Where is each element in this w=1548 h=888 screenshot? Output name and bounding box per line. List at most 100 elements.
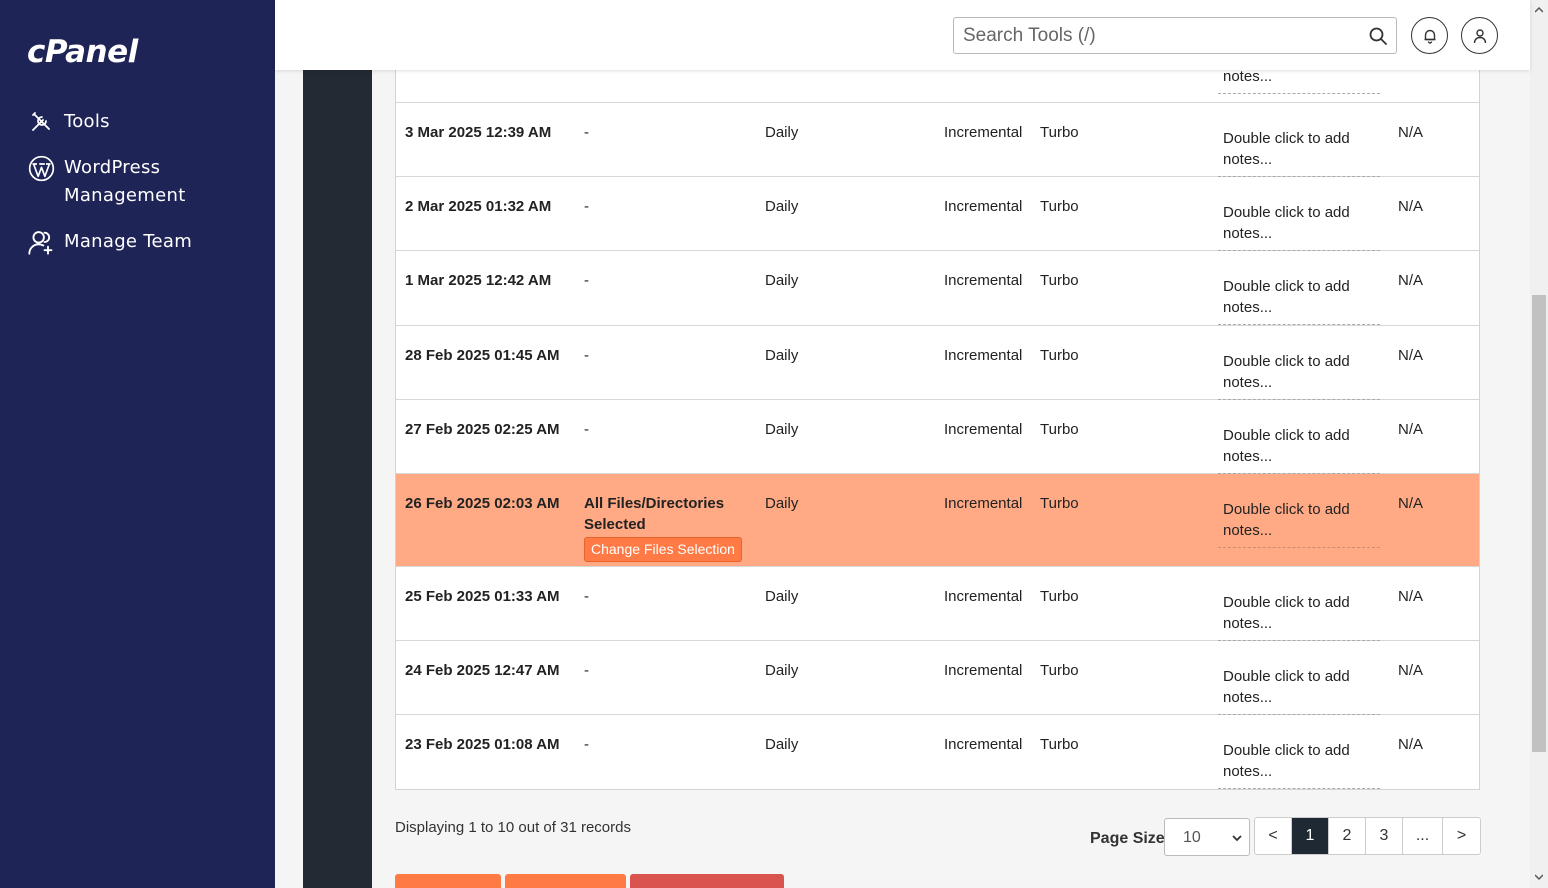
search-input[interactable] <box>954 18 1354 53</box>
type-cell: Incremental <box>944 495 1023 512</box>
scrollbar-thumb[interactable] <box>1532 295 1546 752</box>
table-row[interactable]: 23 Feb 2025 01:08 AM - Daily Incremental… <box>396 715 1479 789</box>
table-row[interactable]: 3 Mar 2025 12:39 AM - Daily Incremental … <box>396 103 1479 177</box>
backup-date: 27 Feb 2025 02:25 AM <box>405 421 560 438</box>
type-cell: Incremental <box>944 588 1023 605</box>
sidebar-item-tools[interactable]: Tools <box>0 108 275 136</box>
backup-date: 1 Mar 2025 12:42 AM <box>405 272 552 289</box>
bell-icon <box>1424 29 1435 44</box>
files-cell: - <box>584 124 589 141</box>
page-scrollbar[interactable] <box>1530 0 1548 888</box>
notes-cell[interactable]: Double click to add notes... <box>1218 425 1380 474</box>
frequency-cell: Daily <box>765 736 799 753</box>
sidebar-item-label: Manage Team <box>64 231 193 252</box>
table-row[interactable]: 28 Feb 2025 01:45 AM - Daily Incremental… <box>396 326 1479 400</box>
change-files-selection-button[interactable]: Change Files Selection <box>584 537 742 562</box>
chevron-down-icon <box>1232 835 1242 842</box>
extra-cell: N/A <box>1398 198 1424 215</box>
page-3-button[interactable]: 3 <box>1366 818 1403 854</box>
type-cell: Incremental <box>944 272 1023 289</box>
sidebar-item-manage-team[interactable]: Manage Team <box>0 228 275 256</box>
backup-date: 23 Feb 2025 01:08 AM <box>405 736 560 753</box>
page-ellipsis: ... <box>1403 818 1443 854</box>
frequency-cell: Daily <box>765 347 799 364</box>
next-page-button[interactable]: > <box>1443 818 1480 854</box>
tools-icon <box>27 108 55 136</box>
table-row[interactable]: 27 Feb 2025 02:25 AM - Daily Incremental… <box>396 400 1479 474</box>
page-size-value: 10 <box>1183 829 1201 846</box>
action-button-2[interactable] <box>505 874 626 888</box>
backup-date: 28 Feb 2025 01:45 AM <box>405 347 560 364</box>
files-cell: - <box>584 347 589 364</box>
mode-cell: Turbo <box>1040 588 1079 605</box>
sidebar: cPanel Tools WordPress Management Manage… <box>0 0 275 888</box>
notes-cell[interactable]: Double click to add notes... <box>1218 499 1380 548</box>
mode-cell: Turbo <box>1040 347 1079 364</box>
cpanel-logo[interactable]: cPanel <box>27 34 138 70</box>
action-button-3[interactable] <box>630 874 784 888</box>
extra-cell: N/A <box>1398 495 1424 512</box>
notes-cell[interactable]: notes... <box>1218 66 1380 94</box>
page-2-button[interactable]: 2 <box>1329 818 1366 854</box>
backup-date: 3 Mar 2025 12:39 AM <box>405 124 552 141</box>
sidebar-item-label: WordPress Management <box>64 157 186 206</box>
extra-cell: N/A <box>1398 421 1424 438</box>
table-row[interactable]: 1 Mar 2025 12:42 AM - Daily Incremental … <box>396 251 1479 326</box>
prev-page-button[interactable]: < <box>1255 818 1292 854</box>
frequency-cell: Daily <box>765 662 799 679</box>
action-button-1[interactable] <box>395 874 501 888</box>
table-row[interactable]: 2 Mar 2025 01:32 AM - Daily Incremental … <box>396 177 1479 251</box>
type-cell: Incremental <box>944 124 1023 141</box>
notes-cell[interactable]: Double click to add notes... <box>1218 592 1380 641</box>
sidebar-nav: Tools WordPress Management Manage Team <box>0 108 275 274</box>
sidebar-item-wordpress[interactable]: WordPress Management <box>0 154 275 210</box>
files-cell: All Files/Directories Selected Change Fi… <box>584 493 754 562</box>
search-icon[interactable] <box>1368 26 1388 46</box>
notes-cell[interactable]: Double click to add notes... <box>1218 740 1380 789</box>
dark-panel-strip <box>303 70 372 888</box>
type-cell: Incremental <box>944 736 1023 753</box>
backups-table: notes... 3 Mar 2025 12:39 AM - Daily Inc… <box>395 68 1480 790</box>
scroll-down-icon[interactable] <box>1535 873 1543 881</box>
page-1-button[interactable]: 1 <box>1292 818 1329 854</box>
scroll-up-icon[interactable] <box>1535 6 1543 14</box>
user-menu-button[interactable] <box>1461 17 1498 54</box>
type-cell: Incremental <box>944 421 1023 438</box>
backup-date: 24 Feb 2025 12:47 AM <box>405 662 560 679</box>
notes-cell[interactable]: Double click to add notes... <box>1218 276 1380 325</box>
files-cell: - <box>584 272 589 289</box>
table-row-partial: notes... <box>396 68 1479 103</box>
table-row[interactable]: 25 Feb 2025 01:33 AM - Daily Incremental… <box>396 567 1479 641</box>
page-size-label: Page Size <box>1090 830 1165 847</box>
backup-date: 25 Feb 2025 01:33 AM <box>405 588 560 605</box>
notifications-button[interactable] <box>1411 17 1448 54</box>
mode-cell: Turbo <box>1040 662 1079 679</box>
files-cell: - <box>584 421 589 438</box>
mode-cell: Turbo <box>1040 421 1079 438</box>
files-cell: - <box>584 198 589 215</box>
extra-cell: N/A <box>1398 736 1424 753</box>
extra-cell: N/A <box>1398 662 1424 679</box>
extra-cell: N/A <box>1398 272 1424 289</box>
extra-cell: N/A <box>1398 347 1424 364</box>
frequency-cell: Daily <box>765 421 799 438</box>
mode-cell: Turbo <box>1040 198 1079 215</box>
notes-cell[interactable]: Double click to add notes... <box>1218 202 1380 251</box>
page-size-select[interactable]: 10 <box>1164 818 1250 856</box>
type-cell: Incremental <box>944 347 1023 364</box>
files-selection-text: All Files/Directories Selected <box>584 495 725 533</box>
pagination: < 1 2 3 ... > <box>1254 817 1481 855</box>
frequency-cell: Daily <box>765 588 799 605</box>
backup-date: 2 Mar 2025 01:32 AM <box>405 198 552 215</box>
notes-cell[interactable]: Double click to add notes... <box>1218 128 1380 177</box>
mode-cell: Turbo <box>1040 272 1079 289</box>
table-row[interactable]: 24 Feb 2025 12:47 AM - Daily Incremental… <box>396 641 1479 715</box>
frequency-cell: Daily <box>765 124 799 141</box>
notes-cell[interactable]: Double click to add notes... <box>1218 666 1380 715</box>
table-row-selected[interactable]: 26 Feb 2025 02:03 AM All Files/Directori… <box>396 474 1479 567</box>
frequency-cell: Daily <box>765 272 799 289</box>
notes-cell[interactable]: Double click to add notes... <box>1218 351 1380 400</box>
backup-date: 26 Feb 2025 02:03 AM <box>405 495 560 512</box>
files-cell: - <box>584 588 589 605</box>
type-cell: Incremental <box>944 662 1023 679</box>
